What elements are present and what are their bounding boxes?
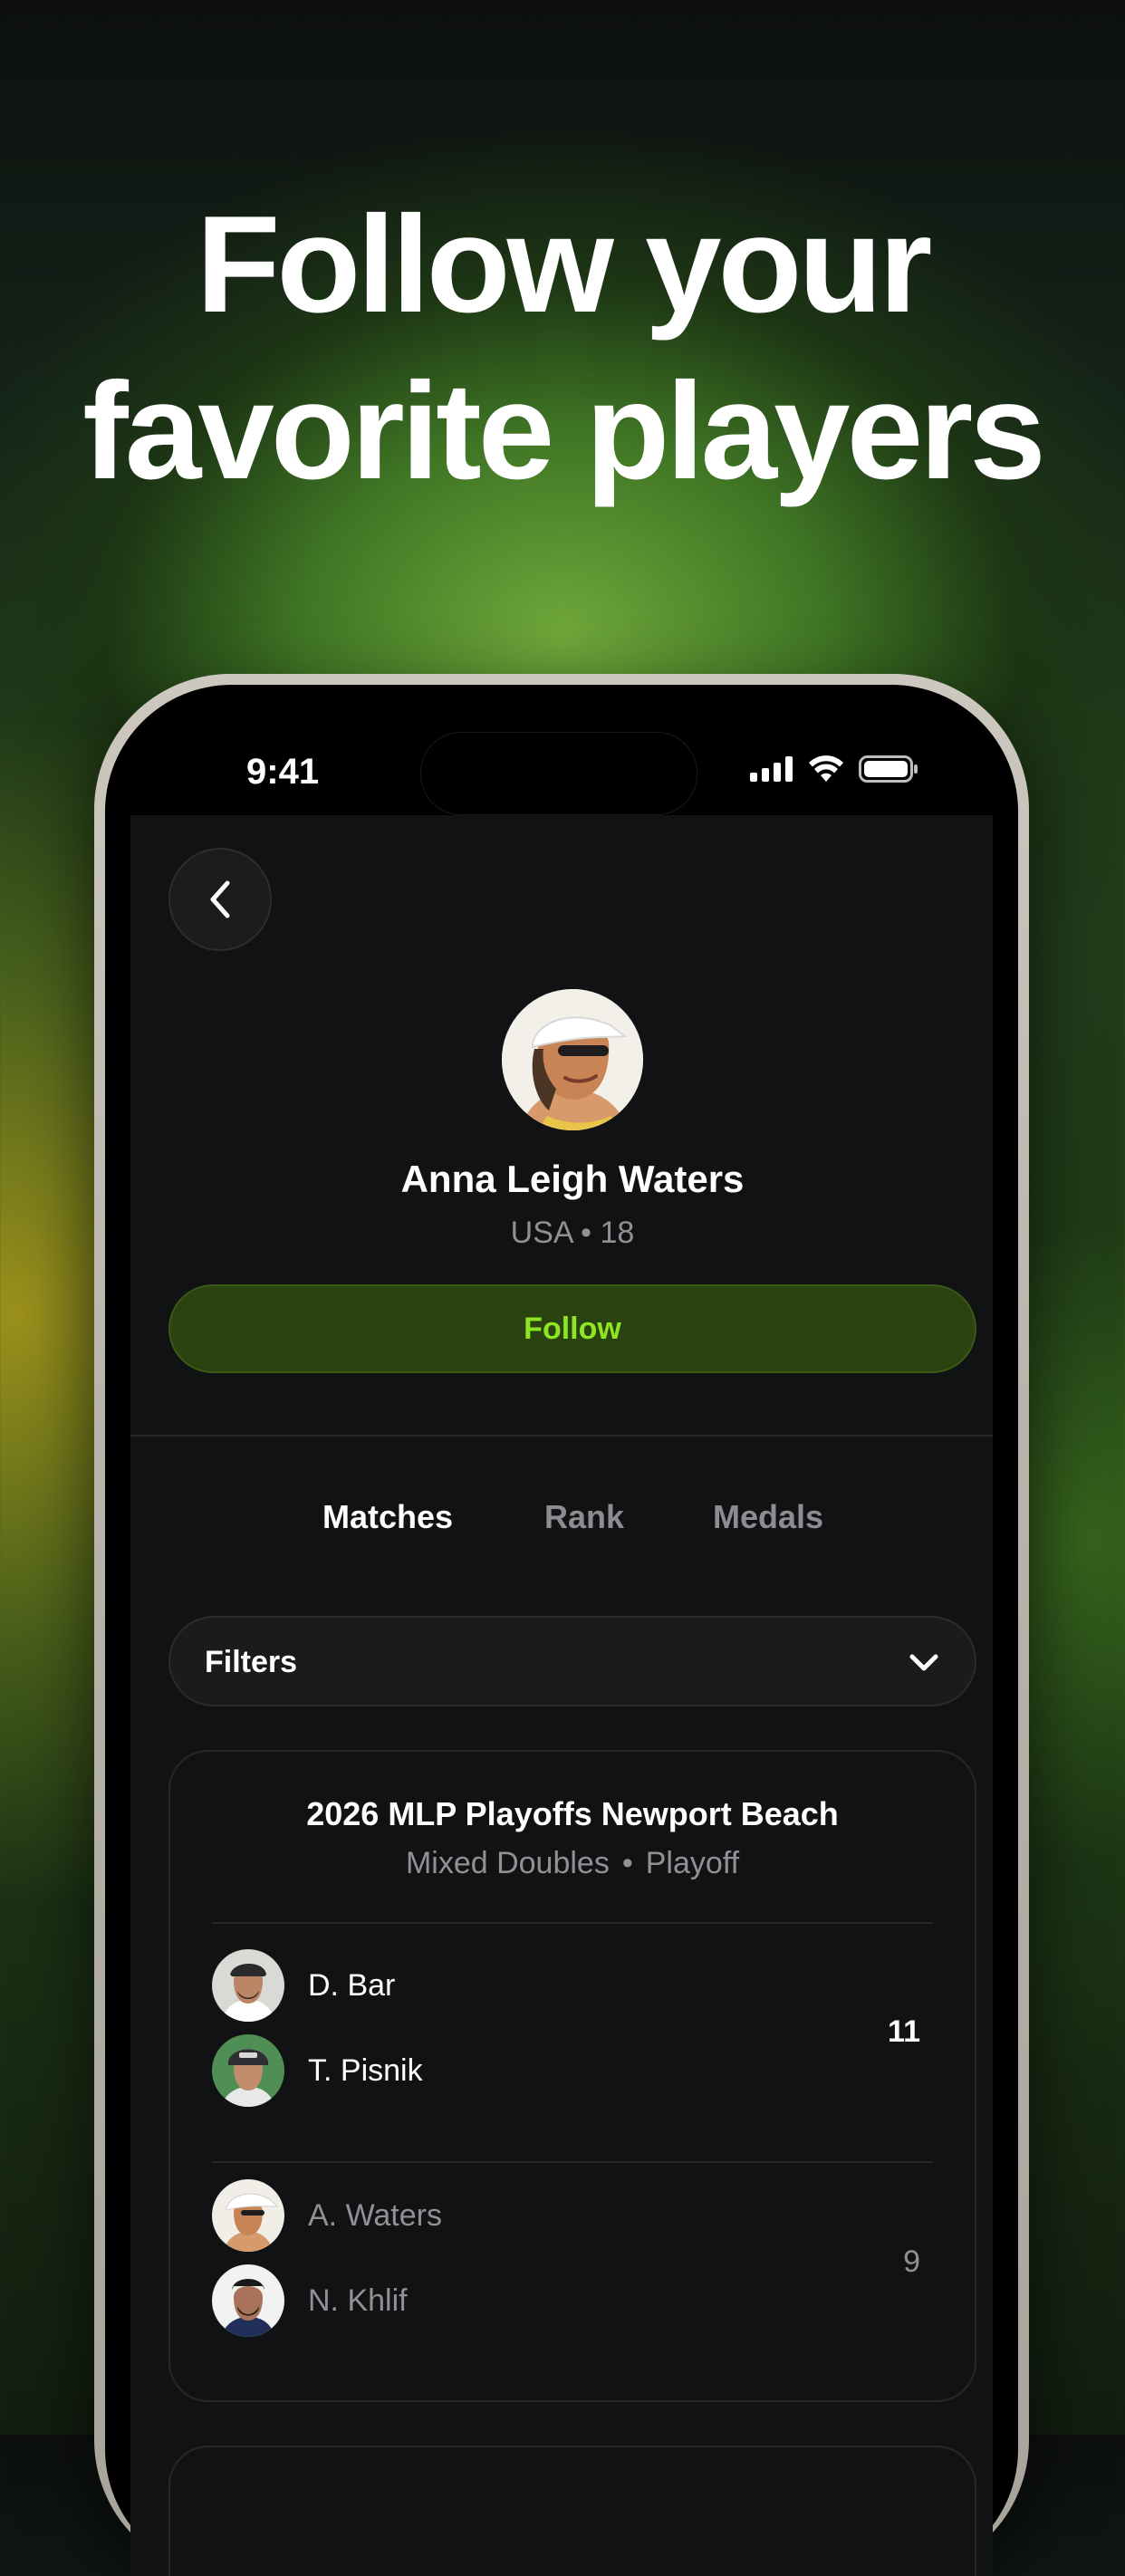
player-row: A. Waters: [212, 2179, 442, 2252]
event-round: Playoff: [645, 1846, 740, 1880]
headline-line-1: Follow your: [196, 187, 933, 341]
match-card-next[interactable]: [168, 2446, 976, 2576]
filters-label: Filters: [205, 1645, 298, 1679]
status-bar: 9:41: [130, 710, 993, 815]
section-divider: [130, 1435, 993, 1437]
player-row: T. Pisnik: [212, 2034, 423, 2107]
dynamic-island: [420, 732, 697, 815]
battery-icon: [859, 755, 918, 783]
back-button[interactable]: [168, 848, 272, 951]
avatar: [212, 2034, 284, 2107]
match-card[interactable]: 2026 MLP Playoffs Newport Beach Mixed Do…: [168, 1750, 976, 2402]
avatar: [212, 2264, 284, 2337]
tab-matches[interactable]: Matches: [322, 1498, 453, 1536]
signal-icon: [750, 756, 793, 782]
event-separator: •: [621, 1846, 633, 1880]
headline-line-2: favorite players: [82, 354, 1046, 508]
avatar: [212, 1949, 284, 2022]
team-score: 9: [903, 2244, 920, 2279]
phone-frame: 9:41 Anna Leigh Waters USA • 18 Follow M…: [94, 674, 1029, 2576]
avatar: [212, 2179, 284, 2252]
tab-medals[interactable]: Medals: [713, 1498, 823, 1536]
player-name: T. Pisnik: [308, 2052, 423, 2088]
player-name: A. Waters: [308, 2197, 442, 2233]
phone-bezel: 9:41 Anna Leigh Waters USA • 18 Follow M…: [105, 685, 1018, 2576]
team-score: 11: [888, 2014, 920, 2049]
player-avatar: [502, 989, 643, 1130]
status-time: 9:41: [246, 752, 320, 792]
app-screen: 9:41 Anna Leigh Waters USA • 18 Follow M…: [130, 710, 993, 2576]
player-name: D. Bar: [308, 1967, 396, 2003]
wifi-icon: [809, 755, 843, 782]
event-category: Mixed Doubles: [405, 1846, 610, 1880]
player-name: Anna Leigh Waters: [400, 1158, 745, 1200]
profile-tabs: Matches Rank Medals: [130, 1498, 993, 1552]
team-row: A. Waters N. Khlif 9: [212, 2179, 933, 2357]
event-subtitle: Mixed Doubles • Playoff: [170, 1846, 975, 1881]
player-row: D. Bar: [212, 1949, 395, 2022]
headline: Follow your favorite players: [0, 181, 1125, 514]
player-name: N. Khlif: [308, 2283, 408, 2318]
follow-button[interactable]: Follow: [168, 1284, 976, 1373]
player-row: N. Khlif: [212, 2264, 408, 2337]
chevron-down-icon: [909, 1654, 938, 1671]
back-chevron-icon: [210, 880, 230, 918]
card-divider: [212, 2161, 933, 2163]
player-meta: USA • 18: [510, 1216, 635, 1250]
filters-dropdown[interactable]: Filters: [168, 1616, 976, 1706]
status-icons: [750, 755, 918, 783]
team-row: D. Bar T. Pisnik 11: [212, 1949, 933, 2127]
event-title: 2026 MLP Playoffs Newport Beach: [306, 1795, 839, 1832]
card-divider: [212, 1922, 933, 1924]
tab-rank[interactable]: Rank: [544, 1498, 624, 1536]
